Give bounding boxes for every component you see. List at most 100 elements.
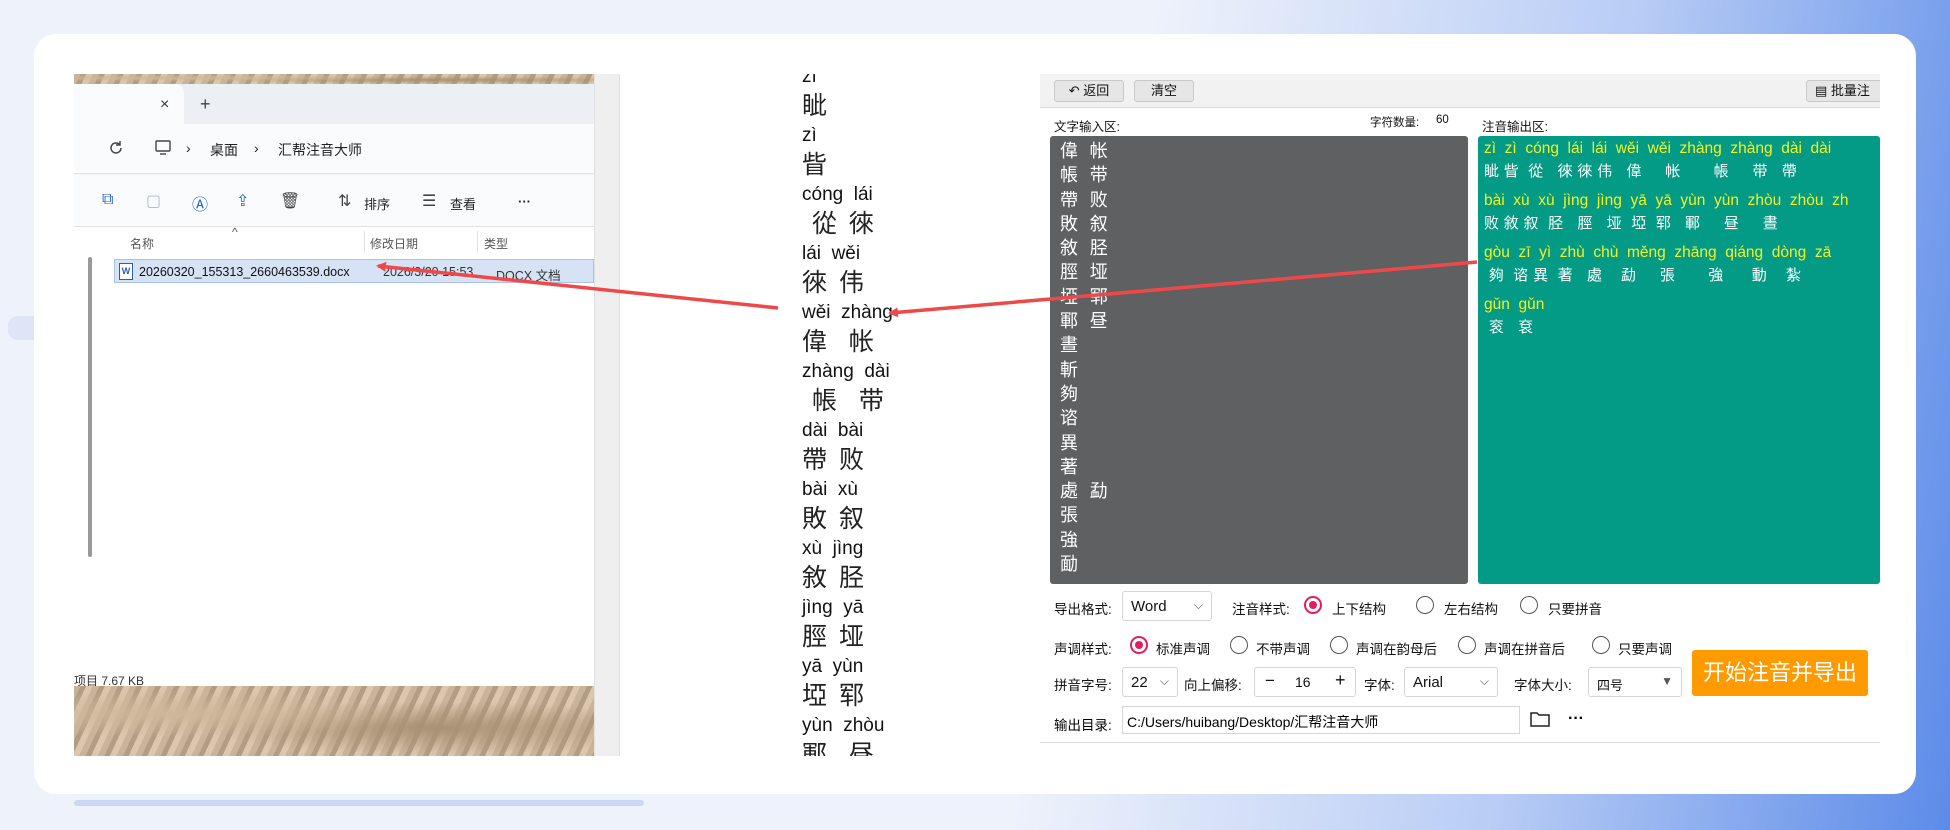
radio-tone-standard-label[interactable]: 标准声调 xyxy=(1156,638,1210,658)
input-text-line: 勔 xyxy=(1060,554,1081,576)
char-count-value: 60 xyxy=(1436,114,1449,126)
folder-icon[interactable] xyxy=(1530,710,1550,728)
delete-icon[interactable]: 🗑 xyxy=(280,191,300,211)
file-type: DOCX 文档 xyxy=(496,269,561,283)
text-input-area[interactable]: 偉 帐帳 带帶 败敗 叙敘 胫脛 垭埡 郓鄆 昼晝斬夠谘異著處 勐張強勔 xyxy=(1050,136,1468,584)
explorer-tab[interactable]: × xyxy=(74,84,184,124)
pinyin-output-area[interactable]: zì zì cóng lái lái wěi wěi zhàng zhàng d… xyxy=(1478,136,1880,584)
export-format-select[interactable]: Word ⌵ xyxy=(1122,591,1212,621)
file-explorer-window: × + › 桌面 › 汇帮注音大师 ⧉ ▢ Ⓐ ⇪ 🗑 ⇅ 排序 ☰ 查看 ··… xyxy=(74,74,594,756)
start-annotate-export-button[interactable]: 开始注音并导出 xyxy=(1692,650,1868,696)
pinyin-size-label: 拼音字号: xyxy=(1054,678,1112,693)
output-hanzi-row: 衮 袞 xyxy=(1484,318,1534,336)
input-text-line: 鄆 昼 xyxy=(1060,311,1111,333)
output-pinyin-row: gòu zī yì zhù chù měng zhāng qiáng dòng … xyxy=(1484,244,1832,261)
clear-button[interactable]: 清空 xyxy=(1134,80,1194,102)
document-preview: zì 眦 zì 眥 cóng lái 從 徠 lái wěi 徠 伟 wěi zhàng 偉 帐… xyxy=(620,74,1040,756)
output-hanzi-row: 夠 谘 異 著 處 勐 張 強 動 紮 xyxy=(1484,266,1801,284)
radio-tone-only-label[interactable]: 只要声调 xyxy=(1618,638,1672,658)
more-button[interactable]: ··· xyxy=(1568,710,1584,728)
radio-style-pinyin-only[interactable] xyxy=(1520,596,1538,614)
radio-style-left-right[interactable] xyxy=(1416,596,1434,614)
file-name: 20260320_155313_2660463539.docx xyxy=(139,265,350,279)
export-format-value: Word xyxy=(1131,598,1167,615)
radio-style-top-bottom-label[interactable]: 上下结构 xyxy=(1332,598,1386,618)
radio-tone-after-pinyin[interactable] xyxy=(1458,636,1476,654)
copy-icon[interactable]: ⧉ xyxy=(102,191,113,209)
doc-hanzi-line: 帶 败 xyxy=(802,445,866,474)
doc-hanzi-line: 帳 带 xyxy=(802,386,886,415)
radio-tone-after-final-label[interactable]: 声调在韵母后 xyxy=(1356,638,1437,658)
radio-tone-none-label[interactable]: 不带声调 xyxy=(1256,638,1310,658)
paste-icon[interactable]: ▢ xyxy=(146,191,161,211)
view-icon[interactable]: ☰ xyxy=(422,191,436,211)
export-format-label: 导出格式: xyxy=(1054,602,1112,617)
new-tab-icon[interactable]: + xyxy=(200,94,211,115)
chevron-down-icon: ⌵ xyxy=(1159,674,1169,688)
radio-tone-standard[interactable] xyxy=(1130,636,1148,654)
radio-tone-after-pinyin-label[interactable]: 声调在拼音后 xyxy=(1484,638,1565,658)
column-divider xyxy=(364,231,365,253)
sort-icon[interactable]: ⇅ xyxy=(338,191,351,211)
input-text-line: 異 xyxy=(1060,432,1081,454)
offset-increment-button[interactable]: + xyxy=(1335,670,1346,691)
column-header-name[interactable]: 名称 xyxy=(130,235,154,252)
scrollbar[interactable] xyxy=(88,257,92,557)
pinyin-size-value: 22 xyxy=(1131,674,1148,691)
back-button[interactable]: ↶ 返回 xyxy=(1054,80,1124,102)
column-header-date[interactable]: 修改日期 xyxy=(370,235,418,252)
refresh-icon[interactable] xyxy=(108,140,124,156)
radio-style-left-right-label[interactable]: 左右结构 xyxy=(1444,598,1498,618)
input-text-line: 張 xyxy=(1060,505,1081,527)
breadcrumb-desktop[interactable]: 桌面 xyxy=(210,140,238,160)
batch-annotate-button[interactable]: ▤ 批量注 xyxy=(1806,80,1880,102)
radio-style-top-bottom[interactable] xyxy=(1304,596,1322,614)
offset-stepper[interactable]: − 16 + xyxy=(1254,667,1356,697)
document-content: zì 眦 zì 眥 cóng lái 從 徠 lái wěi 徠 伟 wěi zhàng 偉 帐… xyxy=(802,74,893,756)
view-button[interactable]: 查看 xyxy=(450,194,476,213)
input-text-line: 谘 xyxy=(1060,408,1081,430)
doc-pinyin-line: lái wěi xyxy=(802,243,861,264)
tab-close-icon[interactable]: × xyxy=(160,96,169,114)
column-header-type[interactable]: 类型 xyxy=(484,235,508,252)
font-size-select[interactable]: 四号 ▼ xyxy=(1588,667,1682,697)
output-hanzi-row: 眦 眥 從 徠 徠 伟 偉 帐 帳 带 帶 xyxy=(1484,162,1797,180)
more-options-button[interactable]: ··· xyxy=(518,194,531,209)
sort-indicator-icon: ^ xyxy=(232,225,238,239)
file-row[interactable]: W 20260320_155313_2660463539.docx 2026/3… xyxy=(114,259,594,283)
radio-tone-after-final[interactable] xyxy=(1330,636,1348,654)
font-select[interactable]: Arial ⌵ xyxy=(1404,667,1498,697)
rename-icon[interactable]: Ⓐ xyxy=(192,191,208,215)
font-size-label: 字体大小: xyxy=(1514,678,1572,693)
radio-tone-only[interactable] xyxy=(1592,636,1610,654)
doc-pinyin-line: zì xyxy=(802,74,817,87)
output-pinyin-row: zì zì cóng lái lái wěi wěi zhàng zhàng d… xyxy=(1484,140,1832,157)
computer-icon[interactable] xyxy=(154,140,172,156)
file-list: 名称 ^ 修改日期 类型 W 20260320_155313_266046353… xyxy=(74,225,594,695)
input-text-line: 處 勐 xyxy=(1060,481,1111,503)
explorer-tabbar: × + xyxy=(74,84,594,124)
sort-button[interactable]: 排序 xyxy=(364,194,390,213)
radio-tone-none[interactable] xyxy=(1230,636,1248,654)
breadcrumb-folder[interactable]: 汇帮注音大师 xyxy=(278,140,362,160)
column-divider xyxy=(477,231,478,253)
share-icon[interactable]: ⇪ xyxy=(236,191,249,211)
chevron-down-icon: ⌵ xyxy=(1479,674,1489,688)
offset-label: 向上偏移: xyxy=(1184,678,1242,693)
breadcrumb-separator: › xyxy=(254,140,259,156)
document-icon: ▤ xyxy=(1815,83,1831,98)
radio-style-pinyin-only-label[interactable]: 只要拼音 xyxy=(1548,598,1602,618)
input-text-line: 斬 xyxy=(1060,359,1081,381)
char-count-label: 字符数量: xyxy=(1370,117,1420,129)
doc-hanzi-line: 徠 伟 xyxy=(802,268,866,297)
doc-pinyin-line: yùn zhòu xyxy=(802,715,885,736)
doc-pinyin-line: bài xù xyxy=(802,479,858,500)
undo-icon: ↶ xyxy=(1068,83,1084,98)
app-bottom-strip xyxy=(1040,742,1880,756)
output-pinyin-row: gǔn gǔn xyxy=(1484,296,1545,313)
app-top-toolbar: ↶ 返回 清空 ▤ 批量注 xyxy=(1040,74,1880,108)
document-window-frame xyxy=(594,74,620,756)
output-dir-input[interactable]: C:/Users/huibang/Desktop/汇帮注音大师 xyxy=(1122,706,1520,734)
offset-decrement-button[interactable]: − xyxy=(1265,671,1275,691)
pinyin-size-select[interactable]: 22 ⌵ xyxy=(1122,667,1178,697)
